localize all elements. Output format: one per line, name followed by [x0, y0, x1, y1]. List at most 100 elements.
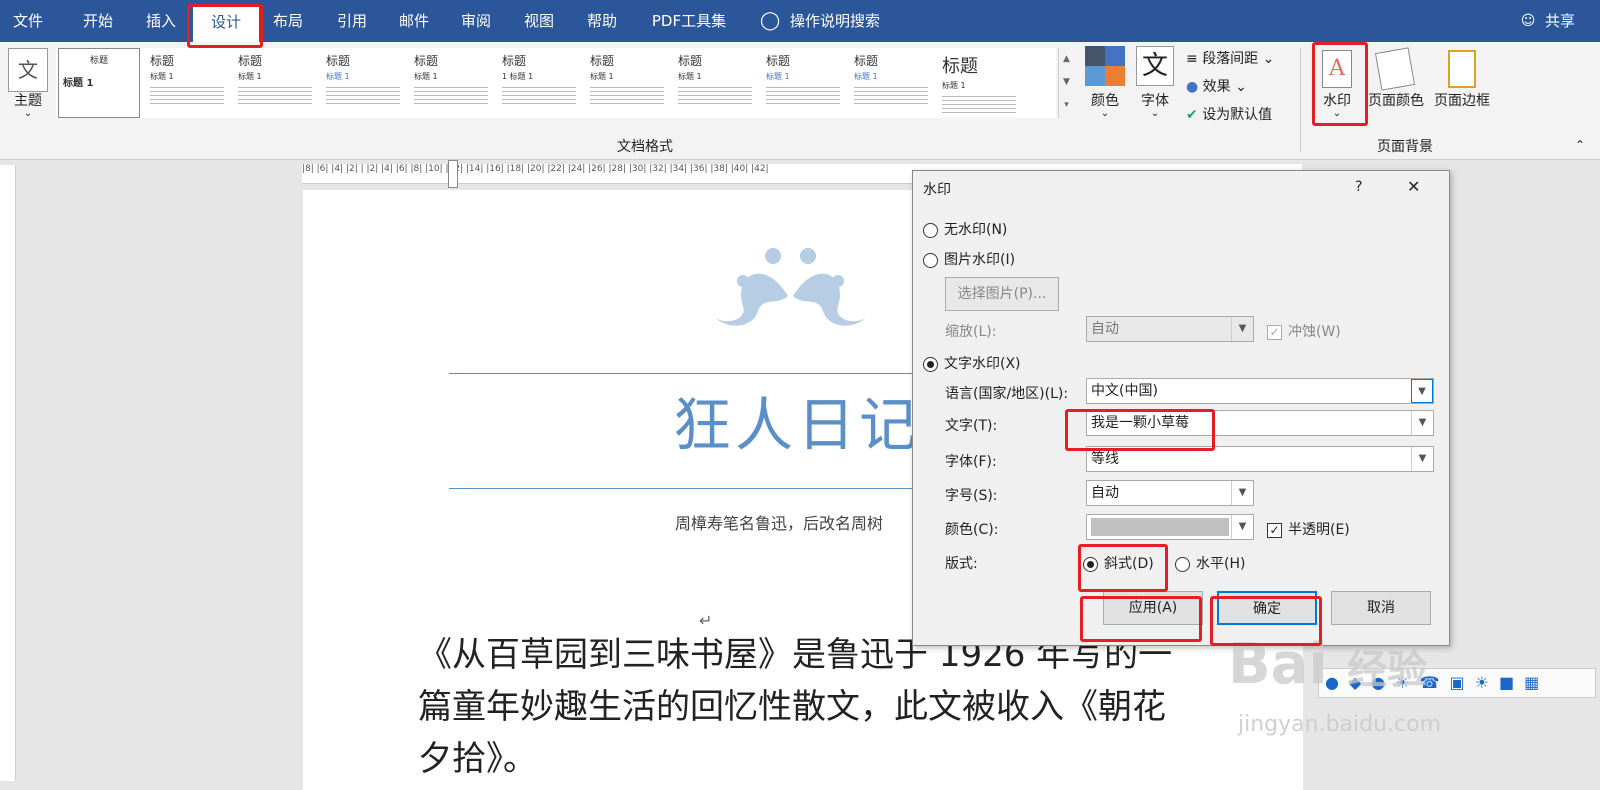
vertical-ruler[interactable] — [0, 165, 16, 781]
person-icon: ☺ — [1520, 13, 1536, 29]
chevron-down-icon[interactable]: ▼ — [1411, 447, 1433, 471]
radio-diagonal-circle[interactable] — [1083, 556, 1098, 572]
page-color-button-label[interactable]: 页面颜色 — [1366, 90, 1426, 110]
semitransparent-checkbox[interactable]: ✓ 半透明(E) — [1267, 519, 1350, 539]
style-set-heading: 标题 1 — [678, 72, 702, 81]
washout-check-icon[interactable]: ✓ — [1267, 324, 1282, 340]
colors-icon[interactable] — [1085, 46, 1125, 86]
paragraph-spacing-button[interactable]: ≡ 段落间距 ⌄ — [1186, 48, 1274, 68]
ime-toolbar[interactable]: ●◆●☀☎▣☀■▦ — [1318, 668, 1596, 698]
watermark-button-label[interactable]: 水印 — [1314, 90, 1360, 110]
chevron-down-icon[interactable]: ▼ — [1231, 317, 1253, 341]
tab-file[interactable]: 文件 — [0, 0, 56, 42]
style-set-thumbnail[interactable]: 标题 标题 1 — [410, 48, 492, 118]
tell-me-search[interactable]: 操作说明搜索 — [790, 0, 930, 42]
collapse-ribbon-icon[interactable]: ⌃ — [1570, 138, 1590, 152]
scale-select[interactable]: 自动 ▼ — [1086, 316, 1254, 342]
tab-design[interactable]: 设计 — [193, 6, 259, 42]
style-set-thumbnail[interactable]: 标题 标题 1 — [762, 48, 844, 118]
style-set-body-lines — [414, 84, 488, 106]
style-set-thumbnail[interactable]: 标题标题 1 — [674, 48, 756, 118]
style-set-heading: 标题 1 — [238, 72, 262, 81]
tab-mailings[interactable]: 邮件 — [388, 0, 440, 42]
page-color-icon[interactable] — [1374, 47, 1416, 91]
tab-references[interactable]: 引用 — [326, 0, 378, 42]
page-border-button-label[interactable]: 页面边框 — [1430, 90, 1494, 110]
radio-no-watermark-circle[interactable] — [923, 222, 938, 238]
radio-horizontal[interactable]: 水平(H) — [1175, 553, 1245, 573]
style-set-title: 标题 — [678, 54, 703, 68]
effects-icon: ● — [1186, 79, 1203, 95]
radio-text-watermark[interactable]: 文字水印(X) — [923, 353, 1021, 373]
style-set-thumbnail[interactable]: 标题 标题 1 — [850, 48, 932, 118]
colors-dropdown-icon[interactable]: ⌄ — [1083, 108, 1127, 119]
fonts-icon[interactable]: 文 — [1136, 46, 1174, 86]
theme-icon[interactable]: 文 — [8, 48, 48, 92]
style-set-thumbnail[interactable]: 标题标题 1 — [234, 48, 316, 118]
size-select[interactable]: 自动 ▼ — [1086, 480, 1254, 506]
style-set-thumbnail[interactable]: 标题 标题 1 — [938, 48, 1020, 118]
watermark-icon[interactable]: A — [1322, 50, 1352, 88]
ribbon-design: 文 主题 ⌄ 标题 标题 1 标题 标题 1 标题 标题 1 标题 标题 1 标题 标题 1 标题 1… — [0, 42, 1600, 160]
style-set-thumbnail[interactable]: 标题 标题 1 — [146, 48, 228, 118]
radio-picture-watermark[interactable]: 图片水印(I) — [923, 249, 1015, 269]
tab-layout[interactable]: 布局 — [262, 0, 314, 42]
style-set-thumbnail[interactable]: 标题 1 标题 1 — [498, 48, 580, 118]
watermark-dropdown-icon[interactable]: ⌄ — [1314, 108, 1360, 119]
radio-horizontal-circle[interactable] — [1175, 556, 1190, 572]
share-button[interactable]: 共享 — [1540, 0, 1580, 42]
ok-button[interactable]: 确定 — [1217, 591, 1317, 625]
chevron-down-icon[interactable]: ▼ — [1411, 411, 1433, 435]
tab-review[interactable]: 审阅 — [450, 0, 502, 42]
style-set-body-lines — [678, 84, 752, 106]
font-select[interactable]: 等线 ▼ — [1086, 446, 1434, 472]
cancel-button[interactable]: 取消 — [1331, 591, 1431, 625]
apply-button[interactable]: 应用(A) — [1103, 591, 1203, 625]
theme-dropdown-icon[interactable]: ⌄ — [6, 108, 50, 119]
font-value: 等线 — [1091, 451, 1119, 467]
fonts-button-label[interactable]: 字体 — [1133, 90, 1177, 110]
select-picture-button[interactable]: 选择图片(P)... — [945, 277, 1059, 311]
title-rule-top — [449, 373, 919, 374]
gallery-scroll[interactable]: ▲ ▼ ▾ — [1058, 48, 1074, 118]
check-circle-icon: ✔ — [1186, 107, 1203, 123]
diagonal-label: 斜式(D) — [1104, 556, 1154, 572]
tab-home[interactable]: 开始 — [72, 0, 124, 42]
indent-marker[interactable] — [448, 160, 458, 188]
tab-help[interactable]: 帮助 — [576, 0, 628, 42]
layout-label: 版式: — [945, 556, 978, 572]
style-set-thumbnail[interactable]: 标题 标题 1 — [586, 48, 668, 118]
tab-pdf-tools[interactable]: PDF工具集 — [641, 0, 737, 42]
effects-label: 效果 — [1202, 79, 1231, 95]
chevron-down-icon[interactable]: ▼ — [1231, 515, 1253, 539]
help-icon[interactable]: ? — [1355, 179, 1362, 195]
radio-no-watermark[interactable]: 无水印(N) — [923, 219, 1007, 239]
chevron-down-icon[interactable]: ▼ — [1411, 379, 1433, 403]
color-select[interactable]: ▼ — [1086, 514, 1254, 540]
style-set-heading: 标题 1 — [766, 72, 790, 81]
language-select[interactable]: 中文(中国) ▼ — [1086, 378, 1434, 404]
effects-button[interactable]: ● 效果 ⌄ — [1186, 76, 1247, 96]
colors-button-label[interactable]: 颜色 — [1083, 90, 1127, 110]
washout-checkbox[interactable]: ✓ 冲蚀(W) — [1267, 321, 1341, 341]
tab-insert[interactable]: 插入 — [135, 0, 187, 42]
tab-view[interactable]: 视图 — [513, 0, 565, 42]
style-set-body-lines — [238, 84, 312, 106]
page-border-icon[interactable] — [1448, 50, 1476, 88]
radio-text-watermark-circle[interactable] — [923, 356, 938, 372]
style-set-heading: 标题 1 — [63, 78, 94, 89]
watermark-text-input[interactable]: 我是一颗小草莓 ▼ — [1086, 410, 1434, 436]
close-icon[interactable]: ✕ — [1407, 177, 1420, 196]
style-set-thumbnail[interactable]: 标题 标题 1 — [322, 48, 404, 118]
semitransparent-check-icon[interactable]: ✓ — [1267, 522, 1282, 538]
style-set-title: 标题 — [238, 54, 263, 68]
style-set-title: 标题 — [89, 56, 108, 66]
theme-button-label[interactable]: 主题 — [6, 90, 50, 110]
set-default-button[interactable]: ✔ 设为默认值 — [1186, 104, 1272, 124]
fonts-dropdown-icon[interactable]: ⌄ — [1133, 108, 1177, 119]
style-set-title: 标题 — [326, 54, 351, 68]
chevron-down-icon[interactable]: ▼ — [1231, 481, 1253, 505]
radio-diagonal[interactable]: 斜式(D) — [1083, 553, 1154, 573]
radio-picture-watermark-circle[interactable] — [923, 252, 938, 268]
style-set-thumbnail[interactable]: 标题标题 1 — [58, 48, 140, 118]
